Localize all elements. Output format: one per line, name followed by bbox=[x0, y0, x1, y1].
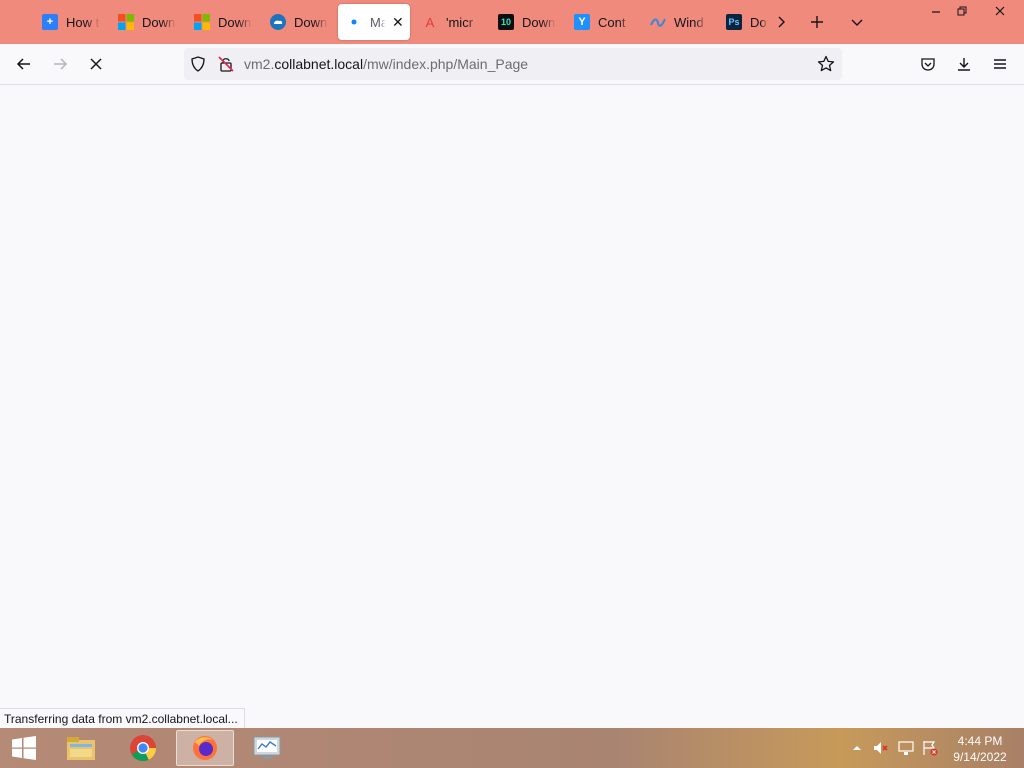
forward-arrow-icon bbox=[54, 58, 68, 70]
pocket-icon bbox=[921, 58, 935, 71]
tab-label: Wind bbox=[674, 14, 704, 30]
tab-5-active[interactable]: Ma ✕ bbox=[338, 4, 410, 40]
taskbar-firefox-active[interactable] bbox=[176, 730, 234, 766]
windows-taskbar: 4:44 PM 9/14/2022 bbox=[0, 728, 1024, 768]
volume-muted-icon[interactable] bbox=[873, 740, 889, 756]
tab-1[interactable]: + How t bbox=[34, 4, 106, 40]
tab-label: Down bbox=[142, 14, 176, 30]
app-tile-icon: 10 bbox=[498, 14, 514, 30]
windows-logo-icon bbox=[194, 14, 210, 30]
cloud-icon bbox=[270, 14, 286, 30]
back-button[interactable] bbox=[10, 50, 38, 78]
list-all-tabs-icon[interactable] bbox=[843, 8, 871, 36]
insecure-lock-icon[interactable] bbox=[218, 56, 234, 77]
network-icon[interactable] bbox=[898, 740, 914, 756]
tab-label: Dov bbox=[750, 14, 768, 30]
close-tab-icon[interactable]: ✕ bbox=[392, 15, 404, 29]
tab-7[interactable]: 10 Down bbox=[490, 4, 562, 40]
chrome-icon bbox=[130, 735, 157, 762]
tab-2[interactable]: Down bbox=[110, 4, 182, 40]
download-icon bbox=[958, 58, 970, 71]
back-arrow-icon bbox=[16, 58, 30, 70]
action-center-flag-icon[interactable] bbox=[922, 740, 938, 756]
y-letter-icon: Y bbox=[574, 14, 590, 30]
scroll-tabs-right-icon[interactable] bbox=[767, 8, 795, 36]
forward-button[interactable] bbox=[46, 50, 74, 78]
page-content-blank bbox=[0, 85, 1024, 728]
firefox-icon bbox=[193, 736, 217, 760]
tab-9[interactable]: Wind bbox=[642, 4, 714, 40]
taskbar-file-explorer[interactable] bbox=[52, 730, 110, 766]
tab-label: Cont bbox=[598, 14, 626, 30]
stop-loading-button[interactable] bbox=[82, 50, 110, 78]
url-host: collabnet.local bbox=[274, 56, 364, 72]
tab-strip: + How t Down Down Down Ma ✕ A 'micr 10 D… bbox=[0, 0, 1024, 44]
tab-label: Down bbox=[218, 14, 252, 30]
tab-3[interactable]: Down bbox=[186, 4, 258, 40]
tab-label: 'micr bbox=[446, 14, 474, 30]
pocket-button[interactable] bbox=[914, 50, 942, 78]
address-bar[interactable]: vm2.collabnet.local/mw/index.php/Main_Pa… bbox=[184, 48, 842, 80]
url-path: /mw/index.php/Main_Page bbox=[363, 56, 529, 72]
tab-label: How t bbox=[66, 14, 100, 30]
text-logo-icon: A bbox=[425, 14, 435, 30]
system-clock[interactable]: 4:44 PM 9/14/2022 bbox=[948, 733, 1012, 765]
clock-date: 9/14/2022 bbox=[953, 750, 1007, 764]
wave-icon bbox=[650, 14, 666, 30]
url-text[interactable]: vm2.collabnet.local/mw/index.php/Main_Pa… bbox=[244, 56, 528, 72]
tab-label: Down bbox=[522, 14, 556, 30]
tab-label: Ma bbox=[370, 14, 386, 30]
restore-window-icon[interactable] bbox=[946, 0, 978, 22]
tab-10[interactable]: Ps Dov bbox=[718, 4, 768, 40]
downloads-button[interactable] bbox=[950, 50, 978, 78]
hamburger-menu-icon bbox=[994, 59, 1006, 69]
file-explorer-icon bbox=[67, 737, 95, 760]
taskbar-chrome[interactable] bbox=[114, 730, 172, 766]
tab-8[interactable]: Y Cont bbox=[566, 4, 638, 40]
tab-6[interactable]: A 'micr bbox=[414, 4, 486, 40]
url-prefix: vm2. bbox=[244, 56, 275, 72]
clock-time: 4:44 PM bbox=[957, 734, 1003, 748]
tab-label: Down bbox=[294, 14, 328, 30]
bookmark-star-icon[interactable] bbox=[817, 55, 835, 78]
app-menu-button[interactable] bbox=[986, 50, 1014, 78]
windows-start-icon bbox=[12, 736, 36, 760]
windows-logo-icon bbox=[118, 14, 134, 30]
navigation-toolbar: vm2.collabnet.local/mw/index.php/Main_Pa… bbox=[0, 44, 1024, 85]
taskbar-resource-monitor[interactable] bbox=[238, 730, 296, 766]
tracking-protection-shield-icon[interactable] bbox=[190, 56, 206, 77]
new-tab-icon[interactable] bbox=[803, 8, 831, 36]
start-button[interactable] bbox=[0, 730, 48, 766]
resource-monitor-icon bbox=[253, 736, 281, 759]
stop-icon bbox=[90, 58, 102, 70]
ps-tile-icon: Ps bbox=[726, 14, 742, 30]
tab-4[interactable]: Down bbox=[262, 4, 334, 40]
plus-square-icon: + bbox=[42, 14, 58, 30]
close-window-icon[interactable] bbox=[984, 0, 1016, 22]
loading-dot-icon bbox=[346, 14, 362, 30]
status-panel: Transferring data from vm2.collabnet.loc… bbox=[0, 708, 245, 728]
show-hidden-icons-chevron-icon[interactable] bbox=[849, 740, 865, 756]
